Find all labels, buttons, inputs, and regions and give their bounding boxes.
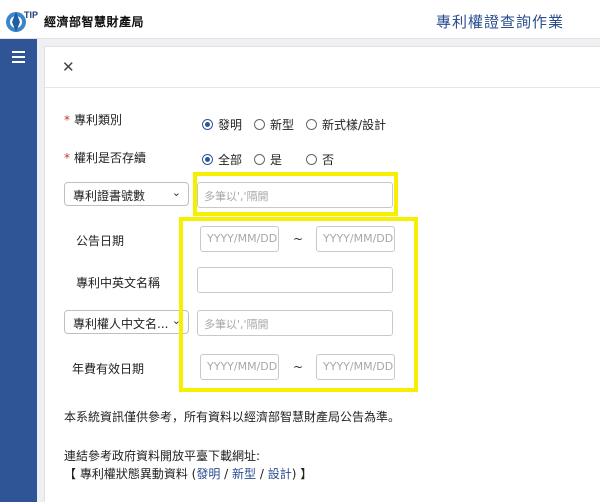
required-star: *	[64, 113, 70, 127]
panel-divider	[45, 87, 600, 88]
radio-dot[interactable]	[202, 119, 213, 130]
category-radio-group: 發明 新型 新式樣/設計	[202, 116, 398, 133]
close-icon[interactable]: ✕	[62, 58, 75, 76]
patent-name-label: 專利中英文名稱	[76, 276, 161, 290]
category-label: * 專利類別	[64, 111, 122, 128]
announce-date-label: 公告日期	[76, 234, 125, 248]
hamburger-icon[interactable]	[12, 51, 25, 63]
required-star: *	[64, 151, 70, 165]
disclaimer-text: 本系統資訊僅供參考，所有資料以經濟部智慧財產局公告為準。	[64, 410, 401, 424]
radio-category-design[interactable]: 新式樣/設計	[306, 116, 386, 133]
cert-number-select[interactable]: 專利證書號數 ⌄	[64, 182, 189, 206]
radio-dot[interactable]	[306, 154, 318, 165]
owner-select[interactable]: 專利權人中文名... ⌄	[64, 310, 189, 334]
logo-text: TIPO	[24, 10, 38, 20]
radio-category-utility[interactable]: 新型	[254, 116, 294, 133]
fee-date-label: 年費有效日期	[72, 362, 145, 376]
radio-dot[interactable]	[254, 154, 266, 165]
alive-label-text: 權利是否存續	[74, 151, 147, 165]
radio-alive-all[interactable]: 全部	[202, 151, 242, 168]
org-name: 經濟部智慧財產局	[44, 15, 145, 29]
alive-radio-group: 全部 是 否	[202, 151, 346, 168]
radio-alive-yes[interactable]: 是	[254, 151, 282, 168]
radio-dot[interactable]	[202, 154, 213, 165]
page-title: 專利權證查詢作業	[435, 13, 564, 31]
download-links: 【 專利權狀態異動資料 (發明 / 新型 / 設計) 】	[64, 467, 313, 481]
highlight-box-cert	[193, 172, 398, 216]
link-utility[interactable]: 新型	[232, 467, 256, 481]
category-label-text: 專利類別	[74, 113, 123, 127]
alive-label: * 權利是否存續	[64, 149, 146, 166]
highlight-box-dates	[179, 217, 418, 392]
link-design[interactable]: 設計	[268, 467, 292, 481]
link-invention[interactable]: 發明	[196, 467, 220, 481]
chevron-down-icon: ⌄	[171, 186, 181, 199]
sidebar	[0, 39, 37, 502]
radio-dot[interactable]	[306, 119, 318, 130]
radio-dot[interactable]	[254, 119, 266, 130]
link-intro-text: 連結參考政府資料開放平臺下載網址:	[64, 449, 261, 463]
radio-category-invention[interactable]: 發明	[202, 116, 242, 133]
radio-alive-no[interactable]: 否	[306, 151, 334, 168]
app-header: TIPO 經濟部智慧財產局 專利權證查詢作業	[0, 0, 600, 39]
tipo-logo: TIPO	[6, 10, 38, 32]
